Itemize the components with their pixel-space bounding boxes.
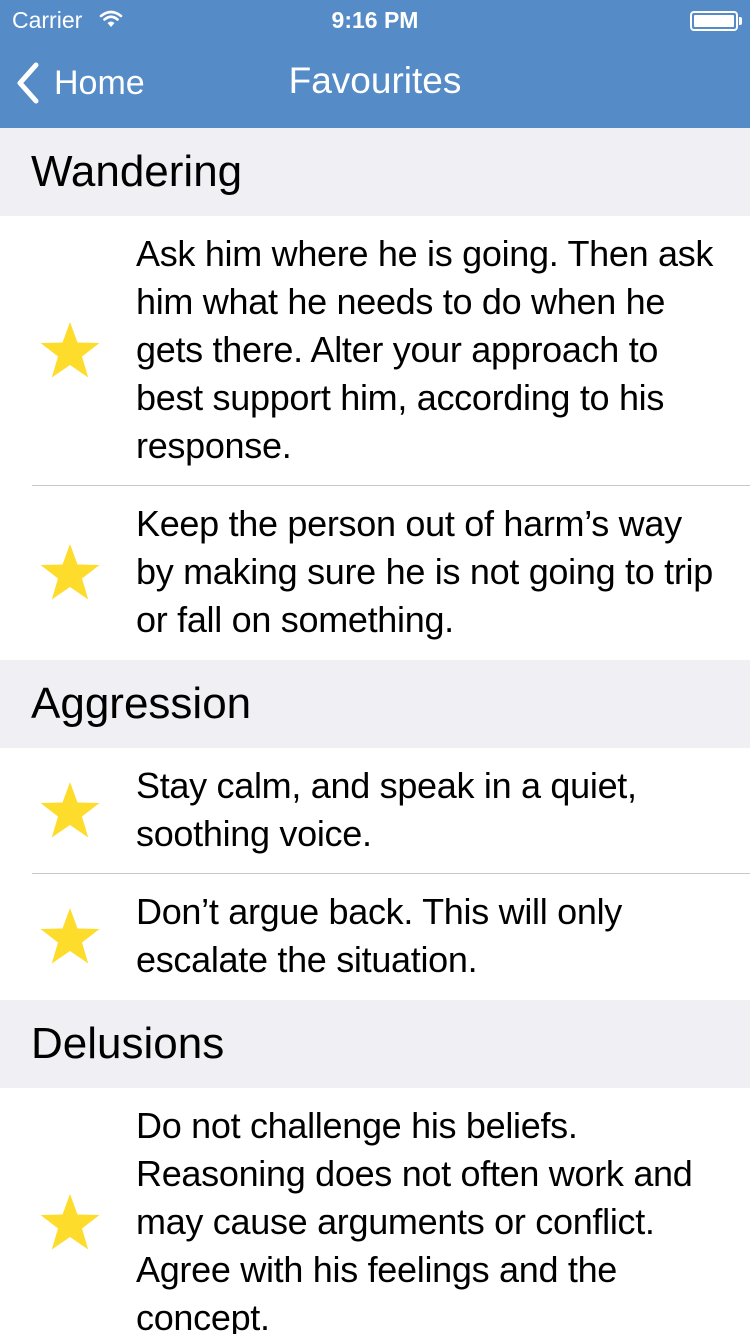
list-item-text: Do not challenge his beliefs. Reasoning … — [136, 1105, 693, 1334]
list-item-text: Don’t argue back. This will only escalat… — [136, 891, 622, 980]
list-item[interactable]: Do not challenge his beliefs. Reasoning … — [0, 1088, 750, 1334]
favourites-list: Wandering Ask him where he is going. The… — [0, 128, 750, 1334]
star-icon[interactable] — [32, 321, 108, 379]
back-chevron-icon — [17, 62, 39, 104]
list-item-text: Stay calm, and speak in a quiet, soothin… — [136, 765, 637, 854]
star-icon[interactable] — [32, 543, 108, 601]
status-time: 9:16 PM — [331, 7, 419, 33]
back-button[interactable]: Home — [14, 58, 145, 108]
section-header-aggression: Aggression — [0, 660, 750, 748]
list-item[interactable]: Stay calm, and speak in a quiet, soothin… — [0, 748, 750, 874]
list-item-text: Keep the person out of harm’s way by mak… — [136, 503, 713, 640]
back-button-label: Home — [54, 63, 145, 102]
navigation-header: Carrier 9:16 PM Home Favourites — [0, 0, 750, 128]
star-icon[interactable] — [32, 1193, 108, 1251]
star-icon[interactable] — [32, 781, 108, 839]
section-header-wandering: Wandering — [0, 128, 750, 216]
status-bar: Carrier 9:16 PM — [0, 0, 750, 40]
list-item-text: Ask him where he is going. Then ask him … — [136, 233, 714, 466]
list-item[interactable]: Don’t argue back. This will only escalat… — [0, 874, 750, 1000]
section-header-delusions: Delusions — [0, 1000, 750, 1088]
list-item[interactable]: Ask him where he is going. Then ask him … — [0, 216, 750, 486]
battery-icon — [690, 11, 742, 31]
list-item[interactable]: Keep the person out of harm’s way by mak… — [0, 486, 750, 660]
star-icon[interactable] — [32, 907, 108, 965]
